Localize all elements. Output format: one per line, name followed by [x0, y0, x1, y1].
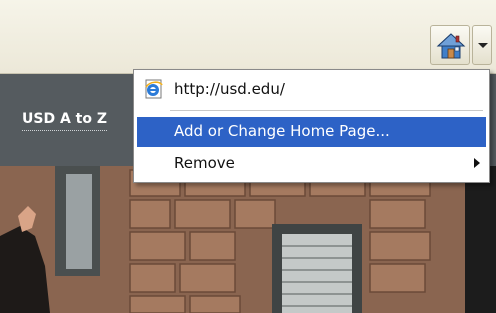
home-page-dropdown-menu: http://usd.edu/ Add or Change Home Page.…: [133, 69, 490, 183]
menu-item-add-or-change-home-page[interactable]: Add or Change Home Page...: [137, 117, 486, 147]
campus-photo: [0, 166, 496, 313]
ie-page-icon: [145, 79, 163, 99]
submenu-arrow-icon: [474, 158, 480, 168]
usd-a-to-z-link[interactable]: USD A to Z: [22, 111, 107, 131]
browser-toolbar: [0, 0, 496, 74]
menu-item-remove[interactable]: Remove: [137, 149, 486, 179]
house-icon: [436, 33, 466, 59]
home-url-label: http://usd.edu/: [174, 80, 285, 98]
menu-separator: [170, 110, 483, 111]
menu-item-home-url[interactable]: http://usd.edu/: [137, 74, 486, 104]
building-image: [0, 166, 496, 313]
home-button[interactable]: [430, 25, 470, 65]
home-dropdown-button[interactable]: [472, 25, 492, 65]
chevron-down-icon: [478, 43, 488, 48]
add-change-home-page-label: Add or Change Home Page...: [174, 122, 390, 140]
remove-label: Remove: [174, 154, 235, 172]
